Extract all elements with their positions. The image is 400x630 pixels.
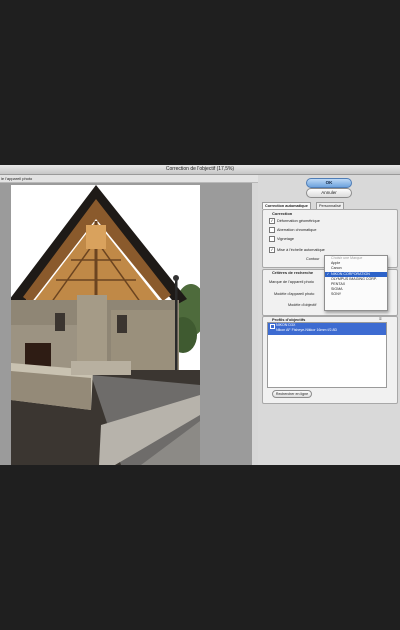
vignetting-checkbox[interactable]: Vignetage [269, 235, 294, 242]
window-title: Correction de l'objectif (17,5%) [0, 165, 400, 175]
contour-label: Contour [306, 257, 320, 261]
profile-marker-icon [270, 323, 275, 329]
camera-model-label: Modèle d'appareil photo [274, 292, 315, 296]
lens-profiles-list[interactable]: NIKON D3X Nikon AF Fisheye-Nikkor 16mm f… [267, 322, 387, 388]
search-criteria-legend: Critères de recherche [272, 270, 314, 275]
checkmark-icon: ✓ [269, 246, 275, 253]
profile-settings-icon[interactable]: ≡ [379, 316, 382, 321]
preview-canvas[interactable] [0, 183, 252, 465]
cancel-button[interactable]: Annuler [306, 188, 352, 198]
lens-model-label: Modèle d'objectif [288, 303, 317, 307]
correction-legend: Correction [272, 211, 293, 216]
geometric-distortion-checkbox[interactable]: ✓ Déformation géométrique [269, 217, 320, 224]
list-item[interactable]: NIKON D3X Nikon AF Fisheye-Nikkor 16mm f… [268, 323, 386, 335]
toolbar-text: le l'appareil photo [0, 175, 259, 183]
search-online-button[interactable]: Rechercher en ligne [272, 390, 312, 398]
tab-custom[interactable]: Personnalisé [316, 202, 344, 209]
camera-brand-label: Marque de l'appareil photo [269, 280, 314, 284]
checkmark-icon: ✓ [269, 217, 275, 224]
dropdown-item-sony[interactable]: SONY [325, 292, 387, 297]
preview-photo [11, 185, 200, 465]
chromatic-aberration-checkbox[interactable]: Aberration chromatique [269, 226, 316, 233]
tab-auto-correction[interactable]: Correction automatique [262, 202, 311, 209]
ok-button[interactable]: OK [306, 178, 352, 188]
camera-brand-dropdown[interactable]: Choisir une Marque Apple Canon ✓ NIKON CO… [324, 255, 388, 311]
auto-scale-checkbox[interactable]: ✓ Mise à l'échelle automatique [269, 246, 325, 253]
building-photo [11, 185, 200, 465]
